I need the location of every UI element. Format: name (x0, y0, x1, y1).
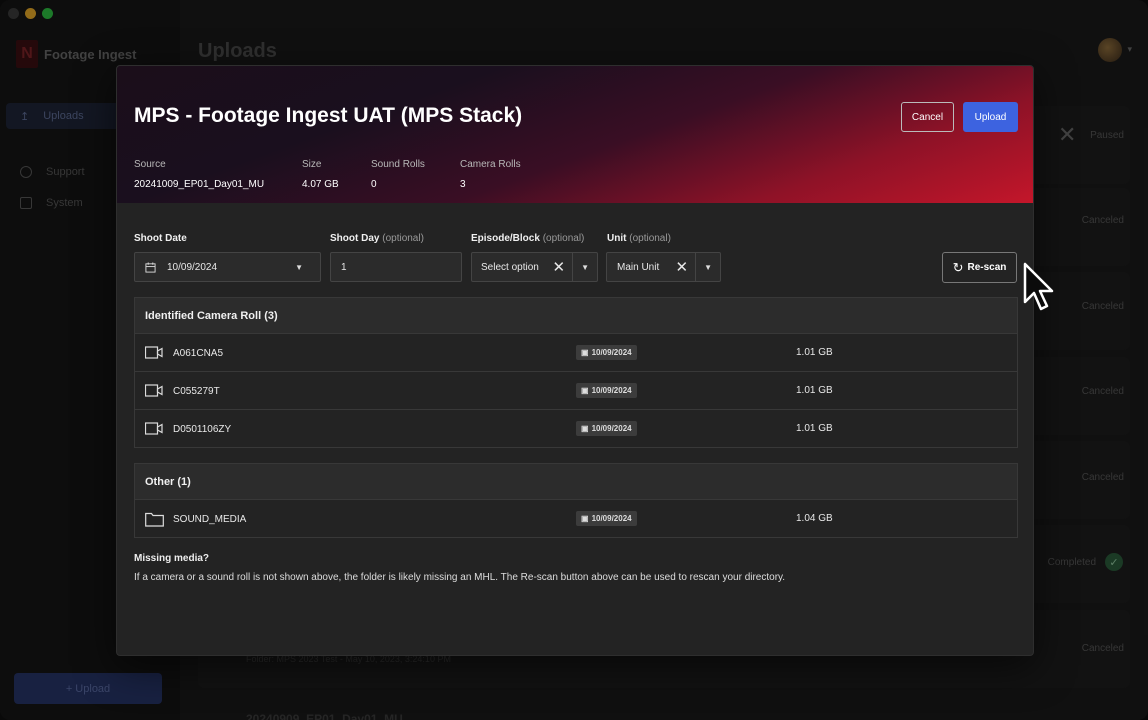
list-item[interactable]: D0501106ZY ▣ 10/09/2024 1.01 GB (135, 409, 1017, 447)
shoot-day-input[interactable]: 1 (330, 252, 462, 282)
meta-value: 4.07 GB (302, 179, 339, 190)
calendar-icon (145, 261, 156, 273)
rescan-label: Re-scan (967, 262, 1007, 273)
shoot-date-label: Shoot Date (134, 233, 187, 244)
roll-name: C055279T (173, 386, 220, 397)
meta-label: Source (134, 159, 166, 170)
field-label-text: Shoot Day (330, 233, 380, 244)
shoot-day-label: Shoot Day (optional) (330, 233, 424, 244)
meta-label: Sound Rolls (371, 159, 425, 170)
upload-modal: MPS - Footage Ingest UAT (MPS Stack) Can… (116, 65, 1034, 656)
video-camera-icon (145, 384, 163, 397)
modal-header: MPS - Footage Ingest UAT (MPS Stack) Can… (117, 66, 1033, 203)
roll-size: 1.01 GB (796, 347, 833, 358)
meta-value: 20241009_EP01_Day01_MU (134, 179, 265, 190)
mouse-cursor-icon (1023, 262, 1054, 311)
roll-size: 1.01 GB (796, 423, 833, 434)
folder-icon (145, 512, 164, 527)
roll-size: 1.04 GB (796, 513, 833, 524)
meta-label: Camera Rolls (460, 159, 521, 170)
optional-text: (optional) (382, 233, 424, 244)
date-value: 10/09/2024 (591, 348, 632, 357)
date-value: 10/09/2024 (591, 514, 632, 523)
camera-roll-section: Identified Camera Roll (3) A061CNA5 ▣ 10/… (134, 297, 1018, 448)
unit-select[interactable]: Main Unit ✕ ▼ (606, 252, 721, 282)
meta-size: Size 4.07 GB (302, 159, 339, 190)
shoot-date-value: 10/09/2024 (167, 261, 218, 273)
meta-value: 3 (460, 179, 466, 190)
section-title: Identified Camera Roll (3) (135, 298, 1017, 333)
date-badge: ▣ 10/09/2024 (576, 345, 637, 360)
other-section: Other (1) SOUND_MEDIA ▣ 10/09/2024 1.04 G… (134, 463, 1018, 538)
date-value: 10/09/2024 (591, 386, 632, 395)
modal-title: MPS - Footage Ingest UAT (MPS Stack) (134, 104, 523, 127)
meta-camera-rolls: Camera Rolls 3 (460, 159, 521, 190)
date-value: 10/09/2024 (591, 424, 632, 433)
chevron-down-icon[interactable]: ▼ (704, 263, 712, 272)
list-item[interactable]: C055279T ▣ 10/09/2024 1.01 GB (135, 371, 1017, 409)
upload-button[interactable]: Upload (963, 102, 1018, 132)
optional-text: (optional) (542, 233, 585, 244)
episode-block-value: Select option (481, 261, 539, 273)
calendar-icon: ▣ (581, 348, 589, 357)
missing-media-title: Missing media? (134, 553, 210, 564)
chevron-down-icon: ▼ (295, 262, 303, 272)
calendar-icon: ▣ (581, 424, 589, 433)
roll-size: 1.01 GB (796, 385, 833, 396)
unit-label: Unit (optional) (607, 233, 671, 244)
optional-text: (optional) (629, 233, 671, 244)
cancel-button[interactable]: Cancel (901, 102, 954, 132)
meta-label: Size (302, 159, 322, 170)
roll-name: A061CNA5 (173, 348, 224, 359)
chevron-down-icon[interactable]: ▼ (581, 263, 589, 272)
meta-source: Source 20241009_EP01_Day01_MU (134, 159, 264, 190)
date-badge: ▣ 10/09/2024 (576, 421, 637, 436)
roll-name: SOUND_MEDIA (173, 514, 247, 525)
meta-value: 0 (371, 179, 377, 190)
section-title: Other (1) (135, 464, 1017, 499)
rescan-button[interactable]: ↻ Re-scan (942, 252, 1017, 283)
episode-block-label: Episode/Block (optional) (471, 233, 584, 244)
clear-icon[interactable]: ✕ (676, 258, 689, 276)
missing-media-text: If a camera or a sound roll is not shown… (134, 572, 786, 583)
refresh-icon: ↻ (952, 259, 964, 275)
calendar-icon: ▣ (581, 386, 589, 395)
field-label-text: Episode/Block (471, 233, 540, 244)
list-item[interactable]: SOUND_MEDIA ▣ 10/09/2024 1.04 GB (135, 499, 1017, 537)
field-label-text: Unit (607, 233, 627, 244)
divider (695, 253, 697, 281)
video-camera-icon (145, 422, 163, 435)
divider (572, 253, 574, 281)
meta-sound-rolls: Sound Rolls 0 (371, 159, 425, 190)
calendar-icon: ▣ (581, 514, 589, 523)
shoot-day-value: 1 (341, 261, 347, 273)
unit-value: Main Unit (617, 261, 660, 273)
shoot-date-picker[interactable]: 10/09/2024 ▼ (134, 252, 321, 282)
video-camera-icon (145, 346, 163, 359)
date-badge: ▣ 10/09/2024 (576, 383, 637, 398)
episode-block-select[interactable]: Select option ✕ ▼ (471, 252, 598, 282)
clear-icon[interactable]: ✕ (553, 258, 566, 276)
roll-name: D0501106ZY (173, 424, 232, 435)
list-item[interactable]: A061CNA5 ▣ 10/09/2024 1.01 GB (135, 333, 1017, 371)
date-badge: ▣ 10/09/2024 (576, 511, 637, 526)
